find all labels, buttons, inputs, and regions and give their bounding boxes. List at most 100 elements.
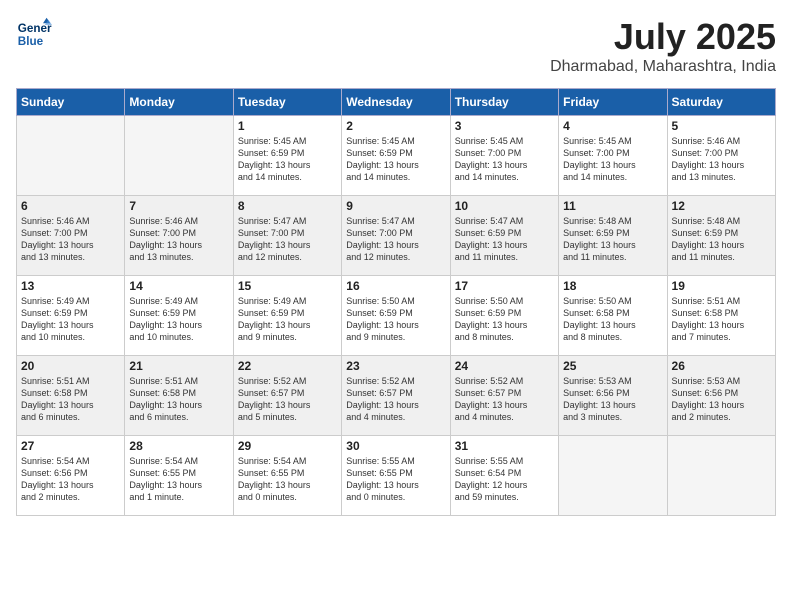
day-info: Sunrise: 5:47 AM Sunset: 7:00 PM Dayligh… xyxy=(346,215,445,264)
day-number: 13 xyxy=(21,279,120,293)
table-row: 25Sunrise: 5:53 AM Sunset: 6:56 PM Dayli… xyxy=(559,356,667,436)
table-row: 21 Sunrise: 5:51 AM Sunset: 6:58 PM Dayli… xyxy=(125,356,233,436)
table-row: 22 Sunrise: 5:52 AM Sunset: 6:57 PM Dayli… xyxy=(233,356,341,436)
logo: General Blue xyxy=(16,16,56,52)
calendar-week-row: 20 Sunrise: 5:51 AM Sunset: 6:58 PM Dayli… xyxy=(17,356,776,436)
day-info: Sunrise: 5:54 AM Sunset: 6:55 PM Dayligh… xyxy=(129,455,228,504)
day-info: Sunrise: 5:52 AM Sunset: 6:57 PM Dayligh… xyxy=(238,375,337,424)
table-row: 29 Sunrise: 5:54 AM Sunset: 6:55 PM Dayli… xyxy=(233,436,341,516)
day-number: 21 xyxy=(129,359,228,373)
table-row: 7 Sunrise: 5:46 AM Sunset: 7:00 PM Daylig… xyxy=(125,196,233,276)
day-number: 23 xyxy=(346,359,445,373)
day-info: Sunrise: 5:48 AM Sunset: 6:59 PM Dayligh… xyxy=(563,215,662,264)
day-number: 30 xyxy=(346,439,445,453)
table-row: 13 Sunrise: 5:49 AM Sunset: 6:59 PM Dayli… xyxy=(17,276,125,356)
table-row: 31Sunrise: 5:55 AM Sunset: 6:54 PM Dayli… xyxy=(450,436,558,516)
day-info: Sunrise: 5:46 AM Sunset: 7:00 PM Dayligh… xyxy=(672,135,771,184)
day-info: Sunrise: 5:51 AM Sunset: 6:58 PM Dayligh… xyxy=(21,375,120,424)
day-info: Sunrise: 5:55 AM Sunset: 6:54 PM Dayligh… xyxy=(455,455,554,504)
day-info: Sunrise: 5:47 AM Sunset: 7:00 PM Dayligh… xyxy=(238,215,337,264)
table-row: 5 Sunrise: 5:46 AM Sunset: 7:00 PM Daylig… xyxy=(667,116,775,196)
col-sunday: Sunday xyxy=(17,89,125,116)
day-info: Sunrise: 5:52 AM Sunset: 6:57 PM Dayligh… xyxy=(455,375,554,424)
day-number: 7 xyxy=(129,199,228,213)
table-row: 26 Sunrise: 5:53 AM Sunset: 6:56 PM Dayli… xyxy=(667,356,775,436)
day-info: Sunrise: 5:48 AM Sunset: 6:59 PM Dayligh… xyxy=(672,215,771,264)
day-number: 3 xyxy=(455,119,554,133)
day-info: Sunrise: 5:45 AM Sunset: 6:59 PM Dayligh… xyxy=(238,135,337,184)
day-number: 29 xyxy=(238,439,337,453)
col-monday: Monday xyxy=(125,89,233,116)
table-row: 4Sunrise: 5:45 AM Sunset: 7:00 PM Daylig… xyxy=(559,116,667,196)
day-info: Sunrise: 5:55 AM Sunset: 6:55 PM Dayligh… xyxy=(346,455,445,504)
col-tuesday: Tuesday xyxy=(233,89,341,116)
day-info: Sunrise: 5:46 AM Sunset: 7:00 PM Dayligh… xyxy=(129,215,228,264)
day-number: 2 xyxy=(346,119,445,133)
day-number: 26 xyxy=(672,359,771,373)
title-block: July 2025 Dharmabad, Maharashtra, India xyxy=(550,16,776,76)
day-info: Sunrise: 5:45 AM Sunset: 7:00 PM Dayligh… xyxy=(455,135,554,184)
day-number: 14 xyxy=(129,279,228,293)
table-row: 15Sunrise: 5:49 AM Sunset: 6:59 PM Dayli… xyxy=(233,276,341,356)
col-thursday: Thursday xyxy=(450,89,558,116)
day-number: 24 xyxy=(455,359,554,373)
day-number: 8 xyxy=(238,199,337,213)
day-info: Sunrise: 5:51 AM Sunset: 6:58 PM Dayligh… xyxy=(129,375,228,424)
day-info: Sunrise: 5:45 AM Sunset: 6:59 PM Dayligh… xyxy=(346,135,445,184)
day-number: 10 xyxy=(455,199,554,213)
table-row: 23 Sunrise: 5:52 AM Sunset: 6:57 PM Dayli… xyxy=(342,356,450,436)
day-info: Sunrise: 5:49 AM Sunset: 6:59 PM Dayligh… xyxy=(129,295,228,344)
table-row: 19 Sunrise: 5:51 AM Sunset: 6:58 PM Dayli… xyxy=(667,276,775,356)
day-info: Sunrise: 5:54 AM Sunset: 6:56 PM Dayligh… xyxy=(21,455,120,504)
location: Dharmabad, Maharashtra, India xyxy=(550,58,776,76)
day-info: Sunrise: 5:51 AM Sunset: 6:58 PM Dayligh… xyxy=(672,295,771,344)
day-number: 28 xyxy=(129,439,228,453)
day-info: Sunrise: 5:45 AM Sunset: 7:00 PM Dayligh… xyxy=(563,135,662,184)
table-row: 17Sunrise: 5:50 AM Sunset: 6:59 PM Dayli… xyxy=(450,276,558,356)
table-row: 16Sunrise: 5:50 AM Sunset: 6:59 PM Dayli… xyxy=(342,276,450,356)
table-row: 12Sunrise: 5:48 AM Sunset: 6:59 PM Dayli… xyxy=(667,196,775,276)
day-info: Sunrise: 5:52 AM Sunset: 6:57 PM Dayligh… xyxy=(346,375,445,424)
day-number: 19 xyxy=(672,279,771,293)
day-number: 22 xyxy=(238,359,337,373)
day-number: 9 xyxy=(346,199,445,213)
calendar-week-row: 1 Sunrise: 5:45 AM Sunset: 6:59 PM Daylig… xyxy=(17,116,776,196)
month-year: July 2025 xyxy=(550,16,776,58)
table-row xyxy=(559,436,667,516)
day-info: Sunrise: 5:54 AM Sunset: 6:55 PM Dayligh… xyxy=(238,455,337,504)
table-row: 8 Sunrise: 5:47 AM Sunset: 7:00 PM Daylig… xyxy=(233,196,341,276)
day-number: 1 xyxy=(238,119,337,133)
col-friday: Friday xyxy=(559,89,667,116)
day-info: Sunrise: 5:46 AM Sunset: 7:00 PM Dayligh… xyxy=(21,215,120,264)
day-number: 20 xyxy=(21,359,120,373)
table-row: 24 Sunrise: 5:52 AM Sunset: 6:57 PM Dayli… xyxy=(450,356,558,436)
calendar-week-row: 6 Sunrise: 5:46 AM Sunset: 7:00 PM Daylig… xyxy=(17,196,776,276)
day-number: 6 xyxy=(21,199,120,213)
day-number: 15 xyxy=(238,279,337,293)
calendar-header-row: Sunday Monday Tuesday Wednesday Thursday… xyxy=(17,89,776,116)
day-number: 16 xyxy=(346,279,445,293)
day-number: 11 xyxy=(563,199,662,213)
calendar-week-row: 27Sunrise: 5:54 AM Sunset: 6:56 PM Dayli… xyxy=(17,436,776,516)
table-row: 6 Sunrise: 5:46 AM Sunset: 7:00 PM Daylig… xyxy=(17,196,125,276)
table-row: 30 Sunrise: 5:55 AM Sunset: 6:55 PM Dayli… xyxy=(342,436,450,516)
day-number: 18 xyxy=(563,279,662,293)
col-saturday: Saturday xyxy=(667,89,775,116)
table-row: 11 Sunrise: 5:48 AM Sunset: 6:59 PM Dayli… xyxy=(559,196,667,276)
calendar-week-row: 13 Sunrise: 5:49 AM Sunset: 6:59 PM Dayli… xyxy=(17,276,776,356)
col-wednesday: Wednesday xyxy=(342,89,450,116)
table-row: 27Sunrise: 5:54 AM Sunset: 6:56 PM Dayli… xyxy=(17,436,125,516)
table-row: 18 Sunrise: 5:50 AM Sunset: 6:58 PM Dayli… xyxy=(559,276,667,356)
calendar: Sunday Monday Tuesday Wednesday Thursday… xyxy=(16,88,776,516)
day-info: Sunrise: 5:50 AM Sunset: 6:58 PM Dayligh… xyxy=(563,295,662,344)
logo-icon: General Blue xyxy=(16,16,52,52)
day-info: Sunrise: 5:49 AM Sunset: 6:59 PM Dayligh… xyxy=(21,295,120,344)
day-info: Sunrise: 5:50 AM Sunset: 6:59 PM Dayligh… xyxy=(455,295,554,344)
day-info: Sunrise: 5:47 AM Sunset: 6:59 PM Dayligh… xyxy=(455,215,554,264)
day-info: Sunrise: 5:53 AM Sunset: 6:56 PM Dayligh… xyxy=(672,375,771,424)
table-row: 2 Sunrise: 5:45 AM Sunset: 6:59 PM Daylig… xyxy=(342,116,450,196)
day-number: 5 xyxy=(672,119,771,133)
table-row: 28 Sunrise: 5:54 AM Sunset: 6:55 PM Dayli… xyxy=(125,436,233,516)
table-row: 14 Sunrise: 5:49 AM Sunset: 6:59 PM Dayli… xyxy=(125,276,233,356)
day-number: 25 xyxy=(563,359,662,373)
